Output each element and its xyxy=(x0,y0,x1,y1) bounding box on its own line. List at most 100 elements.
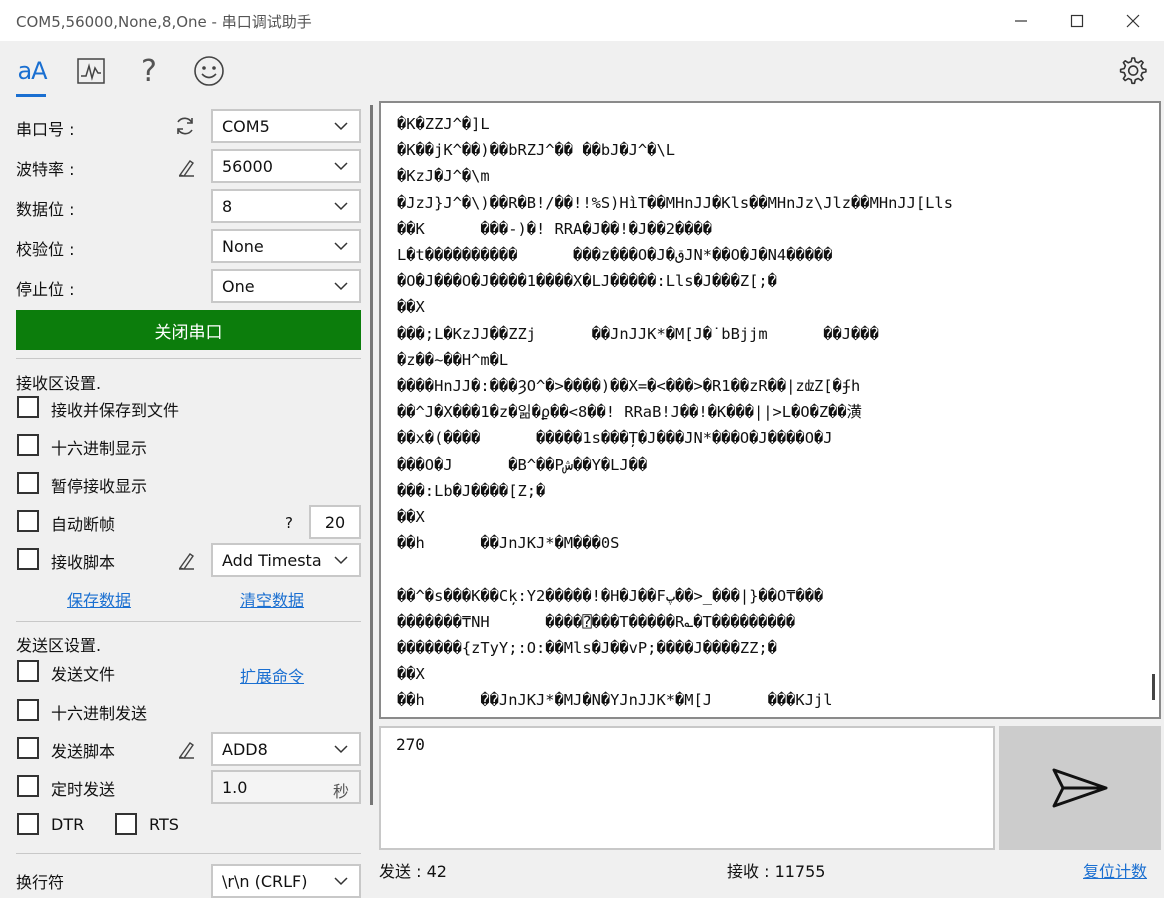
receive-settings-title: 接收区设置. xyxy=(16,374,102,393)
auto-frame-label: 自动断帧 xyxy=(51,515,116,534)
pause-display-checkbox[interactable] xyxy=(17,472,39,494)
send-file-checkbox[interactable] xyxy=(17,660,39,682)
receive-script-select[interactable]: Add Timesta xyxy=(211,543,361,577)
receive-scrollbar[interactable] xyxy=(1152,674,1155,700)
receive-line: ��^�s���K��Cķ:Y2�����!�H�J��Fپ��>_���|}�… xyxy=(397,586,824,605)
help-icon[interactable]: ? xyxy=(129,54,169,89)
pen-icon[interactable] xyxy=(176,549,198,575)
smiley-icon[interactable] xyxy=(189,54,229,88)
settings-icon[interactable] xyxy=(1112,54,1152,88)
maximize-button[interactable] xyxy=(1050,0,1104,41)
text-mode-icon[interactable]: aA xyxy=(12,54,52,88)
chevron-down-icon xyxy=(334,202,348,211)
stopbits-select[interactable]: One xyxy=(211,269,361,303)
window-title: COM5,56000,None,8,One - 串口调试助手 xyxy=(16,13,312,31)
chevron-down-icon xyxy=(334,242,348,251)
parity-select[interactable]: None xyxy=(211,229,361,263)
receive-line: ���O�J �B^��Pش��Y�LJ�� xyxy=(397,455,648,474)
save-data-link[interactable]: 保存数据 xyxy=(67,587,131,611)
close-window-button[interactable] xyxy=(1106,0,1160,41)
port-label: 串口号 : xyxy=(16,120,75,139)
left-panel-scrollbar[interactable] xyxy=(370,105,373,805)
pause-display-label: 暂停接收显示 xyxy=(51,477,148,496)
hex-send-checkbox[interactable] xyxy=(17,699,39,721)
rts-checkbox[interactable] xyxy=(115,813,137,835)
chevron-down-icon xyxy=(334,877,348,886)
timed-send-checkbox[interactable] xyxy=(17,775,39,797)
timed-send-interval-input[interactable]: 1.0 秒 xyxy=(211,770,361,804)
sent-count: 发送 : 42 xyxy=(379,862,447,881)
auto-frame-checkbox[interactable] xyxy=(17,510,39,532)
receive-line: �z��~��H^m�L xyxy=(397,350,509,369)
clear-data-link[interactable]: 清空数据 xyxy=(240,587,304,611)
stopbits-label: 停止位 : xyxy=(16,280,75,299)
timed-send-label: 定时发送 xyxy=(51,780,116,799)
newline-select[interactable]: \r\n (CRLF) xyxy=(211,864,361,898)
close-port-button[interactable]: 关闭串口 xyxy=(16,310,361,350)
receive-line: ����HnJJ�:���ȜO^�>����)��X=�<���>�R1��zR… xyxy=(397,377,861,396)
receive-line: ��x�(���� �����1s���Ț�J���JN*���O�J����O… xyxy=(397,429,833,448)
port-select[interactable]: COM5 xyxy=(211,109,361,143)
hex-display-label: 十六进制显示 xyxy=(51,439,148,458)
extend-command-link[interactable]: 扩展命令 xyxy=(240,663,304,687)
baud-select[interactable]: 56000 xyxy=(211,149,361,183)
send-icon xyxy=(1052,768,1108,808)
chart-icon[interactable] xyxy=(71,54,111,88)
receive-line: �������₸NH ����⍰���T�����R؎�T��������� xyxy=(397,612,796,631)
save-to-file-checkbox[interactable] xyxy=(17,396,39,418)
databits-label: 数据位 : xyxy=(16,200,75,219)
refresh-icon[interactable] xyxy=(174,115,196,141)
close-icon xyxy=(1126,14,1140,27)
pen-icon[interactable] xyxy=(176,738,198,764)
receive-line: �O�J���O�J����1����X�LJ�����:Lls�J���Z[;… xyxy=(397,272,777,291)
receive-line: ���;L�KzJJ��ZZj ��JnJJK*�M[J�˙bBjjm ��J�… xyxy=(397,324,879,343)
auto-frame-input[interactable]: 20 xyxy=(309,505,361,539)
receive-script-checkbox[interactable] xyxy=(17,548,39,570)
send-settings-title: 发送区设置. xyxy=(16,636,102,655)
receive-line: �������{zTyY;:O:��Mls�J��vP;����J����ZZ;… xyxy=(397,639,777,658)
receive-area[interactable]: �K�ZZJ^�]L �K��jK^��)��bRZJ^�� ��bJ�J^�\L… xyxy=(379,101,1161,719)
hex-display-checkbox[interactable] xyxy=(17,434,39,456)
newline-label: 换行符 xyxy=(16,873,65,892)
receive-text: �K�ZZJ^�]L �K��jK^��)��bRZJ^�� ��bJ�J^�\L… xyxy=(381,103,1159,714)
send-script-checkbox[interactable] xyxy=(17,737,39,759)
receive-line: L�t���������� ���z���O�J�قJN*��O�J�N4���… xyxy=(397,246,833,265)
save-to-file-label: 接收并保存到文件 xyxy=(51,401,180,420)
toolbar xyxy=(0,41,1164,99)
receive-script-label: 接收脚本 xyxy=(51,553,116,572)
databits-select[interactable]: 8 xyxy=(211,189,361,223)
send-input-text: 270 xyxy=(396,735,425,754)
receive-line: ��h ��JnJKJ*�M���0S xyxy=(397,534,620,553)
send-button[interactable] xyxy=(999,726,1161,850)
divider xyxy=(16,853,361,854)
minimize-icon xyxy=(1015,19,1027,22)
received-count: 接收 : 11755 xyxy=(727,862,826,881)
receive-line: �KzJ�J^�\m xyxy=(397,167,490,186)
minimize-button[interactable] xyxy=(994,0,1048,41)
chevron-down-icon xyxy=(334,122,348,131)
chevron-down-icon xyxy=(334,282,348,291)
divider xyxy=(16,358,361,359)
baud-label: 波特率 : xyxy=(16,160,75,179)
receive-line: �JzJ}J^�\)��R�B!/��!!%S)HìT��MHnJJ�Kls��… xyxy=(397,193,953,212)
chevron-down-icon xyxy=(334,556,348,565)
send-script-select[interactable]: ADD8 xyxy=(211,732,361,766)
dtr-label: DTR xyxy=(51,815,85,834)
pen-icon xyxy=(176,156,198,182)
receive-line: ��K ���-)�! RRA�J��!�J��2���� xyxy=(397,219,713,238)
send-input[interactable] xyxy=(379,726,995,850)
chevron-down-icon xyxy=(334,162,348,171)
receive-line: ���:Lb�J����[Z;� xyxy=(397,481,546,500)
divider xyxy=(16,621,361,622)
help-icon[interactable]: ? xyxy=(285,514,293,532)
hex-send-label: 十六进制发送 xyxy=(51,704,148,723)
send-script-label: 发送脚本 xyxy=(51,742,116,761)
receive-line: ��X xyxy=(397,665,425,684)
receive-line: ��X xyxy=(397,298,425,317)
reset-count-link[interactable]: 复位计数 xyxy=(1083,858,1147,882)
receive-line: �K��jK^��)��bRZJ^�� ��bJ�J^�\L xyxy=(397,141,675,160)
dtr-checkbox[interactable] xyxy=(17,813,39,835)
receive-line: ��^J�X���1�z�읾�ϼ��<8��! RRaB!J��!�K���||… xyxy=(397,403,863,422)
receive-line: ��X xyxy=(397,508,425,527)
chevron-down-icon xyxy=(334,745,348,754)
